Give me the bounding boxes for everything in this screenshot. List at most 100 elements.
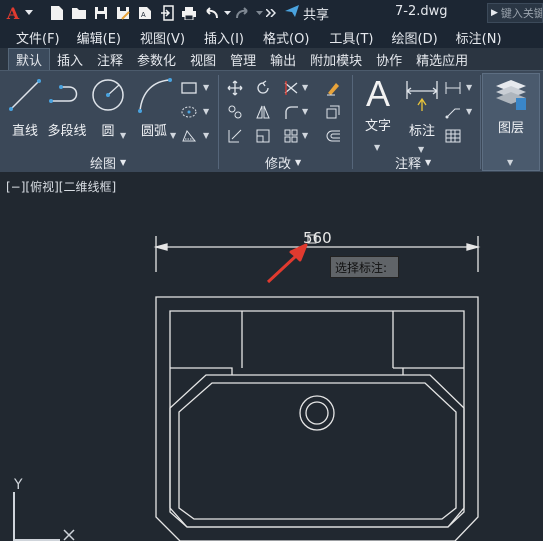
move-icon[interactable]: [226, 79, 244, 97]
menu-view[interactable]: 视图(V): [140, 28, 185, 47]
polyline-button[interactable]: 多段线: [46, 77, 88, 139]
print-icon[interactable]: [180, 4, 198, 22]
offset-icon[interactable]: [324, 127, 342, 145]
linear-dimension-dropdown-icon[interactable]: ▼: [466, 83, 472, 92]
text-label: 文字: [364, 119, 391, 134]
modify-group[interactable]: 修改 ▼: [265, 153, 302, 172]
menu-draw[interactable]: 绘图(D): [392, 28, 438, 47]
trim-icon[interactable]: [282, 79, 300, 97]
circle-label: 圆: [101, 124, 115, 139]
search-box[interactable]: ▶ 键入关键字: [487, 3, 543, 23]
tab-default[interactable]: 默认: [8, 48, 51, 70]
gradient-icon[interactable]: [180, 127, 198, 145]
drain-outer: [299, 395, 335, 431]
dimension-icon: [404, 77, 440, 116]
app-menu-dropdown-icon[interactable]: [24, 4, 34, 22]
erase-icon[interactable]: [324, 79, 342, 97]
circle-dropdown-icon[interactable]: ▼: [120, 131, 126, 140]
new-file-icon[interactable]: [48, 4, 66, 22]
save-icon[interactable]: [92, 4, 110, 22]
dimension-arrow-left: [153, 243, 168, 251]
line-button[interactable]: 直线: [8, 77, 42, 139]
array-dropdown-icon[interactable]: ▼: [302, 131, 308, 140]
sink-ledge: [170, 367, 464, 375]
modify-group-expand-icon: ▼: [295, 157, 302, 167]
redo-dropdown-icon[interactable]: [254, 4, 264, 22]
leader-dropdown-icon[interactable]: ▼: [466, 107, 472, 116]
mirror-icon[interactable]: [254, 103, 272, 121]
layers-label: 图层: [497, 121, 524, 136]
ribbon-panel: 直线 多段线 圆 ▼ 圆弧 ▼ ▼ ▼ ▼ 绘图 ▼ ▼ ▼ ▼ 修改 ▼ A …: [0, 70, 543, 172]
text-dropdown-icon[interactable]: ▼: [374, 143, 380, 152]
hatch-dropdown-icon[interactable]: ▼: [203, 107, 209, 116]
arc-button[interactable]: 圆弧 ▼: [134, 77, 176, 140]
layers-icon: [494, 76, 528, 115]
title-bar: A A 共享 7-2.dwg ▶ 键入关键字: [0, 0, 543, 26]
tab-view[interactable]: 视图: [183, 48, 223, 70]
menu-edit[interactable]: 编辑(E): [77, 28, 121, 47]
menu-tools[interactable]: 工具(T): [329, 28, 373, 47]
leader-icon[interactable]: [444, 103, 462, 121]
menu-insert[interactable]: 插入(I): [204, 28, 244, 47]
annotation-group[interactable]: 注释 ▼: [395, 153, 431, 172]
polyline-icon: [47, 77, 87, 116]
share-button[interactable]: 共享: [284, 4, 329, 23]
undo-icon[interactable]: [202, 4, 220, 22]
rotate-icon[interactable]: [254, 79, 272, 97]
open-folder-icon[interactable]: [70, 4, 88, 22]
scale-icon[interactable]: [254, 127, 272, 145]
tab-collaborate[interactable]: 协作: [369, 48, 409, 70]
dimension-button[interactable]: 标注 ▼: [402, 77, 442, 154]
draw-group[interactable]: 绘图 ▼: [90, 153, 126, 172]
redo-icon[interactable]: [234, 4, 252, 22]
menu-file[interactable]: 文件(F): [16, 28, 60, 47]
tab-addins[interactable]: 附加模块: [303, 48, 369, 70]
text-button[interactable]: A 文字 ▼: [360, 75, 396, 153]
trim-dropdown-icon[interactable]: ▼: [302, 83, 308, 92]
table-icon[interactable]: [444, 127, 462, 145]
fillet-dropdown-icon[interactable]: ▼: [302, 107, 308, 116]
fillet-icon[interactable]: [282, 103, 300, 121]
menu-format[interactable]: 格式(O): [263, 28, 309, 47]
tab-featured-apps[interactable]: 精选应用: [409, 48, 475, 70]
save-as-icon[interactable]: [114, 4, 132, 22]
search-expand-icon[interactable]: ▶: [491, 8, 498, 18]
hatch-icon[interactable]: [180, 103, 198, 121]
tab-annotate[interactable]: 注释: [90, 48, 130, 70]
array-icon[interactable]: [282, 127, 300, 145]
undo-dropdown-icon[interactable]: [222, 4, 232, 22]
sink-inner-outline: [169, 310, 465, 528]
tab-parametric[interactable]: 参数化: [130, 48, 183, 70]
autocad-logo-icon: A: [6, 3, 20, 23]
dimension-text[interactable]: 560: [303, 229, 332, 247]
search-placeholder: 键入关键字: [500, 7, 542, 20]
circle-button[interactable]: 圆 ▼: [90, 77, 126, 140]
layers-group-expand-icon[interactable]: ▼: [507, 158, 513, 167]
rectangle-icon[interactable]: [180, 79, 198, 97]
arc-dropdown-icon[interactable]: ▼: [170, 131, 176, 140]
tab-manage[interactable]: 管理: [223, 48, 263, 70]
basin-outline: [169, 374, 465, 528]
group-separator: [480, 75, 481, 169]
explode-icon[interactable]: [324, 103, 342, 121]
share-label: 共享: [303, 7, 330, 23]
drawing-canvas[interactable]: [−][俯视][二维线框] 560 选择标注: Y: [0, 172, 543, 541]
rectangle-dropdown-icon[interactable]: ▼: [203, 83, 209, 92]
annotation-arrow: [266, 243, 308, 284]
draw-group-label: 绘图: [90, 156, 117, 172]
import-icon[interactable]: [158, 4, 176, 22]
gradient-dropdown-icon[interactable]: ▼: [203, 131, 209, 140]
annotation-group-label: 注释: [395, 156, 422, 172]
stretch-icon[interactable]: [226, 127, 244, 145]
menu-dimension[interactable]: 标注(N): [456, 28, 502, 47]
more-tools-icon[interactable]: [264, 4, 278, 22]
tab-output[interactable]: 输出: [263, 48, 303, 70]
copy-icon[interactable]: [226, 103, 244, 121]
tab-insert[interactable]: 插入: [50, 48, 90, 70]
line-icon: [8, 77, 42, 116]
layers-button[interactable]: 图层: [493, 76, 529, 136]
linear-dimension-icon[interactable]: [444, 79, 462, 97]
cloud-save-icon[interactable]: A: [136, 4, 154, 22]
app-menu-button[interactable]: A: [4, 3, 22, 23]
polyline-label: 多段线: [47, 124, 87, 139]
